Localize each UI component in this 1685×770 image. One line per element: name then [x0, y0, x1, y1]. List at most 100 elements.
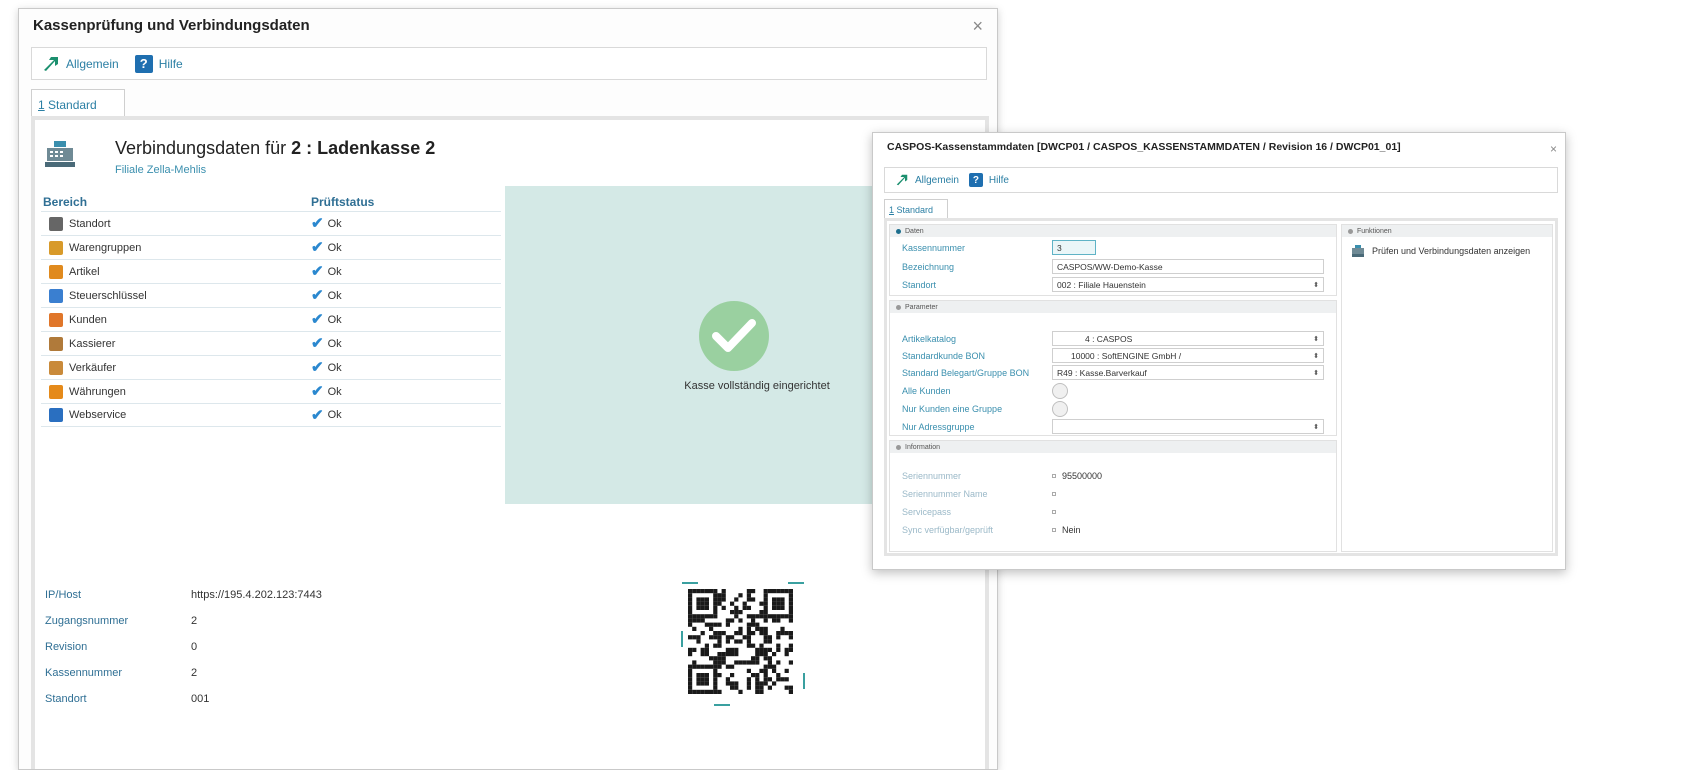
bezeichnung-input[interactable]: CASPOS/WW-Demo-Kasse: [1052, 259, 1324, 274]
bereich-name: Warengruppen: [69, 241, 142, 254]
tab-standard[interactable]: 1 Standard: [31, 89, 125, 117]
bereich-name: Verkäufer: [69, 361, 117, 374]
bereich-cell: Verkäufer: [41, 360, 311, 375]
connection-row: Standort 001: [45, 686, 322, 712]
funktionen-header: Funktionen: [1342, 225, 1552, 237]
status-text: Ok: [327, 217, 342, 230]
cashier-icon: [49, 336, 63, 351]
nur-kunden-row: Nur Kunden eine Gruppe: [902, 401, 1068, 417]
connection-key: IP/Host: [45, 589, 82, 601]
goods-basket-icon: [49, 240, 63, 255]
parameter-header: Parameter: [890, 301, 1336, 313]
belegart-select[interactable]: R49 : Kasse.Barverkauf ⬍: [1052, 365, 1324, 380]
parameter-title: Parameter: [905, 303, 938, 311]
servicepass-value: [1052, 510, 1056, 514]
daten-title: Daten: [905, 227, 924, 235]
tab-number: 1: [38, 98, 45, 112]
field-marker-icon: [1052, 510, 1056, 514]
status-table: Bereich Prüftstatus Standort ✔ Ok Warengrup…: [41, 193, 501, 427]
page-title: Verbindungsdaten für 2 : Ladenkasse 2: [115, 138, 435, 159]
connection-row: Kassennummer 2: [45, 660, 322, 686]
bereich-cell: Webservice: [41, 408, 311, 422]
connection-row: Revision 0: [45, 634, 322, 660]
seriennummer-row: Seriennummer 95500000: [902, 471, 1102, 481]
select-arrow-icon: ⬍: [1313, 423, 1319, 431]
select-arrow-icon: ⬍: [1313, 352, 1319, 360]
nur-kunden-radio[interactable]: [1052, 401, 1068, 417]
bereich-name: Steuerschlüssel: [69, 289, 147, 302]
artikelkatalog-row: Artikelkatalog 4 : CASPOS ⬍: [902, 331, 1324, 346]
allgemein-label: Allgemein: [915, 174, 959, 186]
tab-standard[interactable]: 1 Standard: [884, 199, 948, 219]
alle-kunden-radio[interactable]: [1052, 383, 1068, 399]
field-marker-icon: [1052, 474, 1056, 478]
standardkunde-row: Standardkunde BON 10000 : SoftENGINE Gmb…: [902, 348, 1324, 363]
status-text: Ok: [327, 385, 342, 398]
check-icon: ✔: [311, 215, 324, 232]
tab-content: Verbindungsdaten für 2 : Ladenkasse 2 Fi…: [31, 116, 989, 769]
allgemein-button[interactable]: Allgemein: [895, 174, 959, 186]
register-small-icon: [1352, 245, 1364, 257]
bullet-icon: [896, 304, 901, 310]
belegart-label: Standard Belegart/Gruppe BON: [902, 367, 1030, 378]
artikelkatalog-label: Artikelkatalog: [902, 333, 957, 344]
bereich-name: Webservice: [69, 409, 127, 421]
servicepass-row: Servicepass: [902, 507, 1056, 517]
tab-label: Standard: [894, 205, 934, 215]
pruefen-action[interactable]: Prüfen und Verbindungsdaten anzeigen: [1352, 245, 1530, 257]
status-cell: ✔ Ok: [311, 240, 342, 255]
connection-value: https://195.4.202.123:7443: [191, 589, 322, 601]
seriennummer-text: 95500000: [1062, 471, 1103, 481]
check-icon: ✔: [311, 263, 324, 280]
status-cell: ✔ Ok: [311, 336, 342, 351]
nur-adress-select[interactable]: ⬍: [1052, 419, 1324, 434]
status-cell: ✔ Ok: [311, 360, 342, 375]
dialog-title: Kassenprüfung und Verbindungsdaten: [33, 17, 310, 34]
artikelkatalog-select[interactable]: 4 : CASPOS ⬍: [1052, 331, 1324, 346]
status-cell: ✔ Ok: [311, 288, 342, 303]
information-header: Information: [890, 441, 1336, 453]
nur-adress-row: Nur Adressgruppe ⬍: [902, 419, 1324, 434]
select-arrow-icon: ⬍: [1313, 281, 1319, 289]
allgemein-label: Allgemein: [66, 56, 119, 71]
allgemein-button[interactable]: Allgemein: [42, 56, 119, 72]
connection-value: 0: [191, 641, 198, 653]
hilfe-label: Hilfe: [988, 174, 1009, 186]
standort-select[interactable]: 002 : Filiale Hauenstein ⬍: [1052, 277, 1324, 292]
main-dialog: Kassenprüfung und Verbindungsdaten × All…: [18, 8, 998, 770]
currency-icon: [49, 384, 63, 399]
table-row: Steuerschlüssel ✔ Ok: [41, 283, 501, 307]
bereich-cell: Standort: [41, 216, 311, 231]
field-marker-icon: [1052, 492, 1056, 496]
kassenstammdaten-dialog: CASPOS-Kassenstammdaten [DWCP01 / CASPOS…: [872, 132, 1566, 570]
kassennummer-input[interactable]: 3: [1052, 240, 1096, 255]
seller-icon: [49, 360, 63, 375]
bereich-name: Kassierer: [69, 337, 116, 350]
connection-value: 2: [191, 615, 198, 627]
status-cell: ✔ Ok: [311, 264, 342, 279]
title-prefix: Verbindungsdaten für: [115, 138, 292, 158]
bereich-cell: Währungen: [41, 384, 311, 399]
close-icon[interactable]: ×: [1550, 142, 1557, 156]
close-icon[interactable]: ×: [972, 16, 983, 37]
status-cell: ✔ Ok: [311, 408, 342, 423]
daten-panel: Daten Kassennummer 3 Bezeichnung CASPOS/…: [889, 224, 1337, 296]
qr-code: [681, 582, 805, 706]
status-text: Ok: [327, 337, 342, 350]
hilfe-button[interactable]: ? Hilfe: [968, 173, 1009, 187]
status-cell: ✔ Ok: [311, 312, 342, 327]
seriennummer-name-label: Seriennummer Name: [902, 489, 988, 499]
title-register: 2 : Ladenkasse 2: [291, 138, 436, 158]
bereich-name: Artikel: [69, 265, 100, 278]
result-panel: Kasse vollständig eingerichtet: [505, 186, 883, 504]
tax-key-icon: [49, 288, 63, 303]
funktionen-panel: Funktionen Prüfen und Verbindungsdaten a…: [1341, 224, 1553, 552]
alle-kunden-row: Alle Kunden: [902, 383, 1068, 399]
funktionen-title: Funktionen: [1357, 227, 1392, 235]
check-icon: ✔: [311, 287, 324, 304]
standardkunde-select[interactable]: 10000 : SoftENGINE GmbH / ⬍: [1052, 348, 1324, 363]
header-bereich: Bereich: [43, 195, 88, 209]
bullet-icon: [1348, 228, 1353, 234]
hilfe-button[interactable]: ? Hilfe: [134, 54, 183, 73]
status-cell: ✔ Ok: [311, 384, 342, 399]
